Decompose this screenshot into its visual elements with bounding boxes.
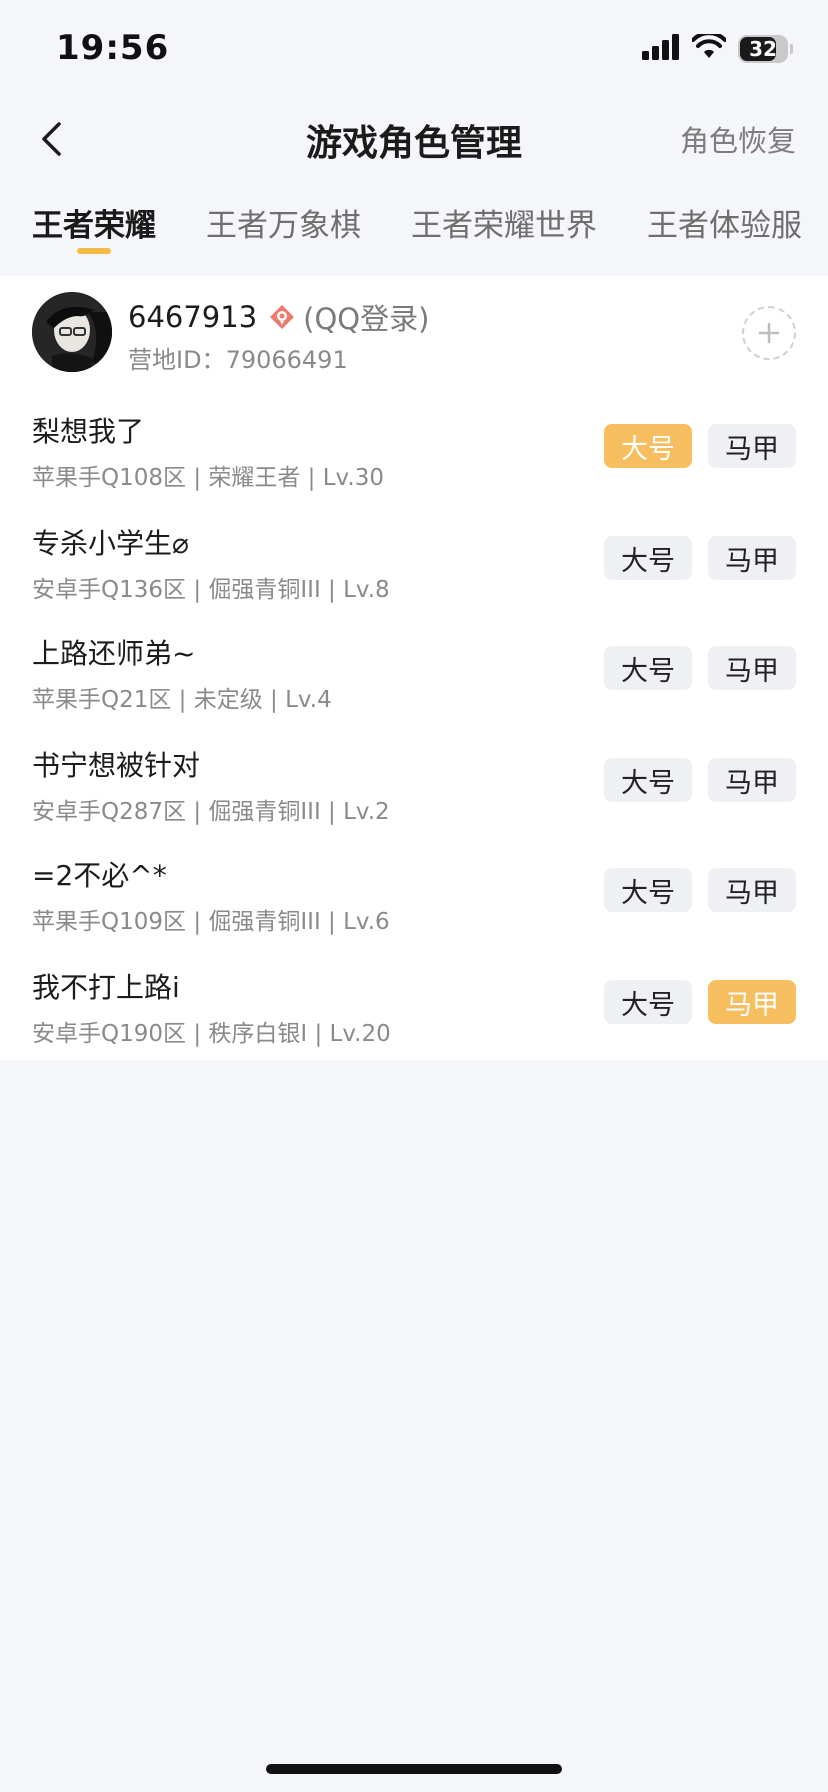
- qq-icon: [269, 304, 295, 330]
- nav-bar: 游戏角色管理 角色恢复: [0, 100, 828, 180]
- role-info: 安卓手Q190区 | 秩序白银I | Lv.20: [32, 1021, 391, 1047]
- role-row: 上路还师弟~ 苹果手Q21区 | 未定级 | Lv.4 大号 马甲: [0, 632, 828, 744]
- role-row: 书宁想被针对安卓手Q287区 | 倔强青铜III | Lv.2 大号 马甲: [0, 744, 828, 856]
- role-info: 苹果手Q108区 | 荣耀王者 | Lv.30: [32, 465, 384, 491]
- role-info: 苹果手Q109区 | 倔强青铜III | Lv.6: [32, 909, 390, 935]
- role-name: 梨想我了: [32, 415, 145, 448]
- tab-label: 王者荣耀: [32, 208, 156, 244]
- main-account-tag[interactable]: 大号: [604, 424, 692, 468]
- alt-account-tag[interactable]: 马甲: [708, 980, 796, 1024]
- tab-1[interactable]: 王者万象棋: [206, 190, 361, 245]
- main-account-tag[interactable]: 大号: [604, 758, 692, 802]
- camp-id: 营地ID：79066491: [128, 340, 348, 375]
- tab-label: 王者万象棋: [206, 208, 361, 244]
- camp-id-value: 79066491: [225, 346, 348, 374]
- alt-account-tag[interactable]: 马甲: [708, 868, 796, 912]
- plus-icon: [758, 314, 780, 352]
- role-row: =2不必^* 苹果手Q109区 | 倔强青铜III | Lv.6 大号 马甲: [0, 854, 828, 966]
- role-row: 我不打上路i 安卓手Q190区 | 秩序白银I | Lv.20 大号 马甲: [0, 966, 828, 1078]
- role-info: 苹果手Q21区 | 未定级 | Lv.4: [32, 687, 332, 713]
- role-card: 6467913 (QQ登录) 营地ID：79066491 梨想我了苹果手Q10: [0, 276, 828, 1060]
- role-name: 书宁想被针对: [32, 749, 201, 782]
- main-account-tag[interactable]: 大号: [604, 980, 692, 1024]
- home-indicator: [266, 1764, 562, 1774]
- wifi-icon: [691, 31, 727, 64]
- alt-account-tag[interactable]: 马甲: [708, 424, 796, 468]
- role-row: 梨想我了苹果手Q108区 | 荣耀王者 | Lv.30 大号 马甲: [0, 410, 828, 522]
- tab-0[interactable]: 王者荣耀: [32, 190, 156, 254]
- alt-account-tag[interactable]: 马甲: [708, 536, 796, 580]
- account-name: 6467913: [128, 300, 258, 334]
- add-role-button[interactable]: [742, 306, 796, 360]
- status-bar: 19:56 32: [0, 0, 828, 100]
- account-name-line: 6467913 (QQ登录): [128, 296, 429, 338]
- role-row: 专杀小学生⌀ 安卓手Q136区 | 倔强青铜III | Lv.8 大号 马甲: [0, 522, 828, 634]
- game-tabs: 王者荣耀 王者万象棋 王者荣耀世界 王者体验服: [0, 190, 828, 270]
- role-name: 我不打上路i: [32, 971, 180, 1004]
- alt-account-tag[interactable]: 马甲: [708, 758, 796, 802]
- main-account-tag[interactable]: 大号: [604, 536, 692, 580]
- avatar: [32, 292, 112, 372]
- main-account-tag[interactable]: 大号: [604, 646, 692, 690]
- login-type: (QQ登录): [303, 302, 430, 336]
- alt-account-tag[interactable]: 马甲: [708, 646, 796, 690]
- cellular-signal-icon: [642, 34, 680, 64]
- tab-label: 王者体验服: [647, 208, 802, 244]
- role-name: 上路还师弟~: [32, 637, 196, 670]
- tab-label: 王者荣耀世界: [411, 208, 597, 244]
- role-name: =2不必^*: [32, 859, 167, 892]
- account-row: 6467913 (QQ登录) 营地ID：79066491: [0, 276, 828, 376]
- main-account-tag[interactable]: 大号: [604, 868, 692, 912]
- role-info: 安卓手Q287区 | 倔强青铜III | Lv.2: [32, 799, 390, 825]
- role-restore-button[interactable]: 角色恢复: [680, 118, 796, 160]
- camp-id-label: 营地ID：: [128, 346, 226, 374]
- tab-active-underline: [77, 248, 111, 254]
- status-icons: 32: [642, 31, 793, 64]
- battery-level: 32: [749, 37, 777, 61]
- status-time: 19:56: [56, 28, 170, 68]
- tab-2[interactable]: 王者荣耀世界: [411, 190, 597, 245]
- tab-3[interactable]: 王者体验服: [647, 190, 802, 245]
- role-name: 专杀小学生⌀: [32, 527, 189, 560]
- battery-icon: 32: [738, 35, 793, 63]
- role-info: 安卓手Q136区 | 倔强青铜III | Lv.8: [32, 577, 390, 603]
